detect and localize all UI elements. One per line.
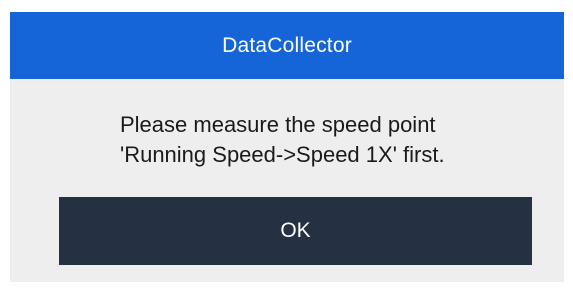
alert-dialog: DataCollector Please measure the speed p… (10, 12, 564, 282)
ok-button-label: OK (280, 219, 311, 242)
dialog-message: Please measure the speed point 'Running … (10, 110, 564, 170)
dialog-message-line-1: Please measure the speed point (120, 112, 436, 137)
dialog-title-bar: DataCollector (10, 12, 564, 79)
dialog-title: DataCollector (222, 33, 352, 57)
ok-button[interactable]: OK (59, 197, 532, 265)
dialog-message-line-2: 'Running Speed->Speed 1X' first. (120, 142, 445, 167)
